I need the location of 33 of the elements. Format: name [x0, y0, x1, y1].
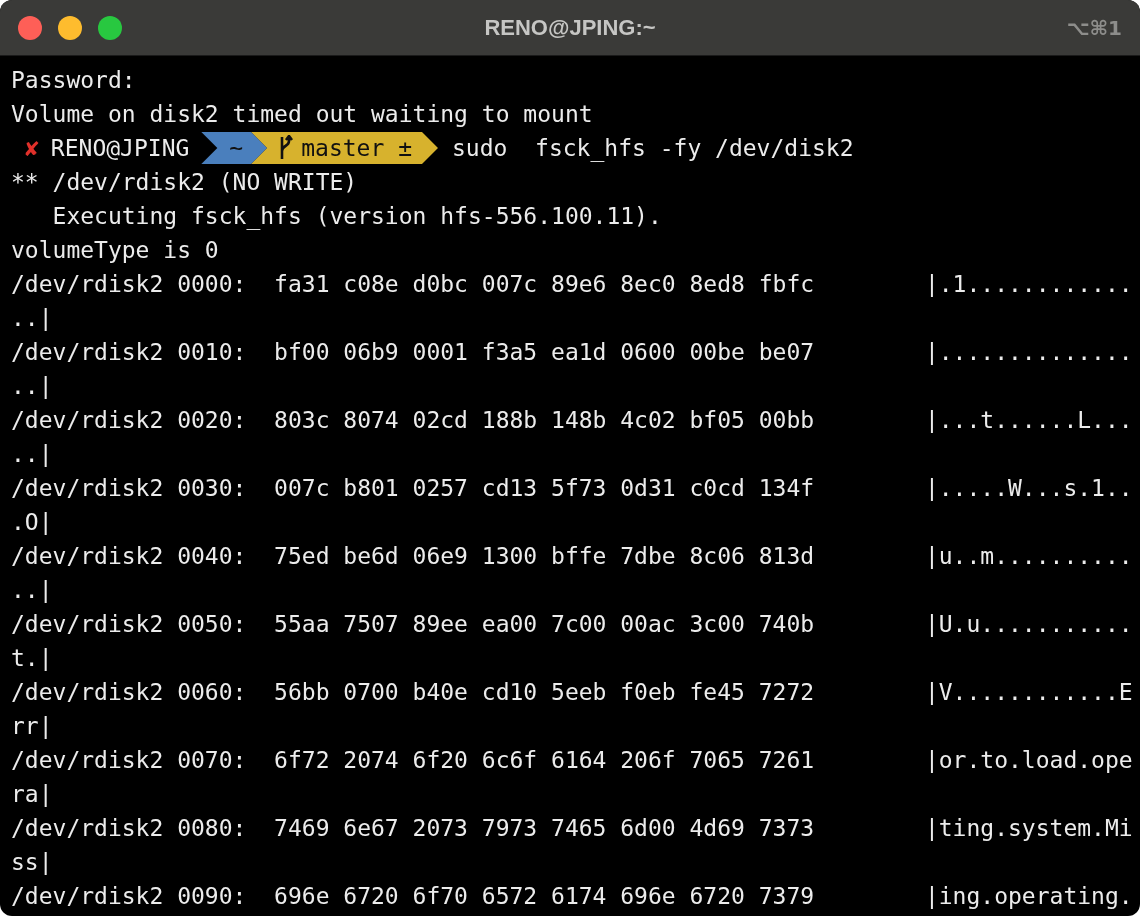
terminal-line: ** /dev/rdisk2 (NO WRITE): [11, 168, 358, 197]
terminal-line: /dev/rdisk2 0090: 696e 6720 6f70 6572 6174 696e 6720 7379 |ing.operating.: [11, 882, 1133, 911]
terminal-line: ra|: [11, 780, 53, 809]
close-icon[interactable]: [18, 15, 42, 40]
terminal-line: rr|: [11, 712, 53, 741]
terminal-line: ss|: [11, 848, 53, 877]
prompt-user: RENO@JPING: [50, 134, 190, 163]
terminal-line: Password:: [11, 66, 136, 95]
terminal-line: ..|: [11, 372, 53, 401]
shortcut-label: ⌥⌘1: [1066, 15, 1122, 40]
terminal-line: .O|: [11, 508, 53, 537]
terminal-line: Volume on disk2 timed out waiting to mount: [11, 100, 593, 129]
terminal-line: Executing fsck_hfs (version hfs-556.100.11).: [51, 202, 662, 232]
branch-segment: master ±: [251, 132, 438, 164]
terminal-line: ..|: [11, 576, 53, 605]
terminal-line: /dev/rdisk2 0010: bf00 06b9 0001 f3a5 ea1d 0600 00be be07 |..............: [11, 338, 1133, 367]
window-title: RENO@JPING:~: [484, 14, 656, 40]
terminal-line: /dev/rdisk2 0050: 55aa 7507 89ee ea00 7c00 00ac 3c00 740b |U.u...........: [11, 610, 1133, 639]
terminal-line: ..|: [11, 304, 53, 333]
error-mark: ✘: [25, 134, 39, 163]
terminal-line: /dev/rdisk2 0080: 7469 6e67 2073 7973 7465 6d00 4d69 7373 |ting.system.Mi: [11, 814, 1133, 843]
terminal-line: /dev/rdisk2 0070: 6f72 2074 6f20 6c6f 6164 206f 7065 7261 |or.to.load.ope: [11, 746, 1133, 775]
terminal-line: t.|: [11, 644, 53, 673]
terminal-line: ..|: [11, 440, 53, 469]
minimize-icon[interactable]: [58, 15, 82, 40]
terminal-line: /dev/rdisk2 0020: 803c 8074 02cd 188b 148b 4c02 bf05 00bb |...t......L...: [11, 406, 1133, 435]
terminal-line: /dev/rdisk2 0030: 007c b801 0257 cd13 5f73 0d31 c0cd 134f |.....W...s.1..: [11, 474, 1133, 503]
zoom-icon[interactable]: [98, 15, 122, 40]
terminal-line: volumeType is 0: [11, 236, 219, 265]
command-text: sudo fsck_hfs -fy /dev/disk2: [452, 134, 854, 164]
terminal-line: /dev/rdisk2 0000: fa31 c08e d0bc 007c 89e6 8ec0 8ed8 fbfc |.1............: [11, 270, 1133, 299]
terminal-line: /dev/rdisk2 0040: 75ed be6d 06e9 1300 bffe 7dbe 8c06 813d |u..m..........: [11, 542, 1133, 571]
terminal-line: /dev/rdisk2 0060: 56bb 0700 b40e cd10 5eeb f0eb fe45 7272 |V............E: [11, 678, 1133, 707]
